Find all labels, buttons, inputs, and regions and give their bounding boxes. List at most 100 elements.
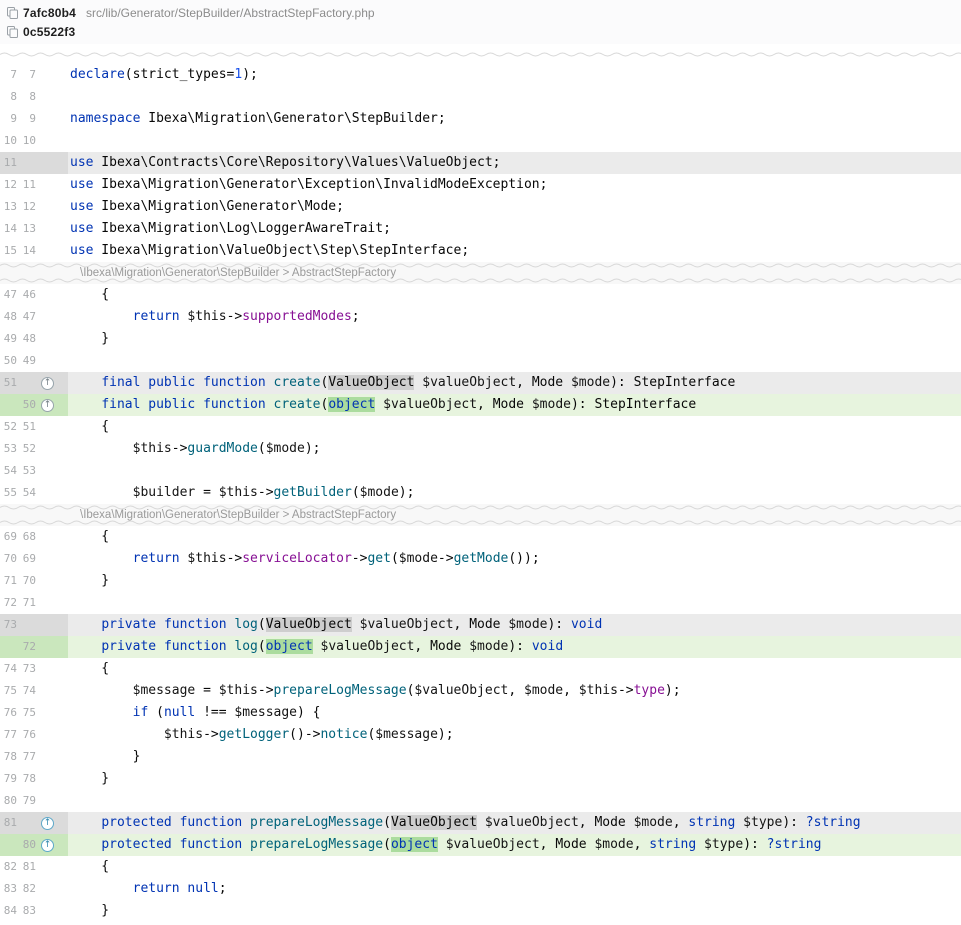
code-line[interactable]: $this->getLogger()->notice($message); [68, 724, 961, 746]
code-token: ( [383, 837, 391, 852]
line-number-old: 48 [0, 306, 17, 328]
line-number-old: 78 [0, 746, 17, 768]
code-line[interactable]: final public function create(ValueObject… [68, 372, 961, 394]
code-line[interactable]: namespace Ibexa\Migration\Generator\Step… [68, 108, 961, 130]
code-token: } [70, 771, 109, 786]
line-gutter: 4847 [0, 306, 68, 328]
code-token: object [391, 837, 438, 852]
code-line[interactable]: protected function prepareLogMessage(obj… [68, 834, 961, 856]
code-token [70, 639, 101, 654]
code-line[interactable]: protected function prepareLogMessage(Val… [68, 812, 961, 834]
copy-hash-icon[interactable] [5, 26, 19, 38]
line-number-new: 81 [19, 856, 36, 878]
line-number-new: 49 [19, 350, 36, 372]
code-token: final [101, 375, 140, 390]
code-line[interactable]: $builder = $this->getBuilder($mode); [68, 482, 961, 504]
code-token: { [70, 529, 109, 544]
collapsed-region-separator[interactable]: \Ibexa\Migration\Generator\StepBuilder >… [0, 504, 961, 526]
code-token: string [649, 837, 696, 852]
code-line[interactable] [68, 592, 961, 614]
line-gutter: 5453 [0, 460, 68, 482]
code-token: protected [101, 815, 171, 830]
code-line[interactable]: final public function create(object $val… [68, 394, 961, 416]
code-line[interactable]: { [68, 416, 961, 438]
diff-line: 7675 if (null !== $message) { [0, 702, 961, 724]
line-number-new: 69 [19, 548, 36, 570]
code-line[interactable] [68, 130, 961, 152]
line-gutter: 1413 [0, 218, 68, 240]
diff-body: 77declare(strict_types=1);8899namespace … [0, 64, 961, 922]
code-line[interactable]: } [68, 900, 961, 922]
code-token: ( [258, 617, 266, 632]
diff-line: 7978 } [0, 768, 961, 790]
code-line[interactable]: } [68, 328, 961, 350]
code-token [70, 617, 101, 632]
code-line[interactable]: use Ibexa\Migration\Generator\Mode; [68, 196, 961, 218]
code-line[interactable]: } [68, 570, 961, 592]
code-token: string [688, 815, 735, 830]
code-token: Ibexa\Migration\ValueObject\Step\StepInt… [93, 243, 469, 258]
code-line[interactable]: private function log(object $valueObject… [68, 636, 961, 658]
line-number-new: 46 [19, 284, 36, 306]
line-gutter: 77 [0, 64, 68, 86]
code-line[interactable]: { [68, 526, 961, 548]
code-line[interactable] [68, 86, 961, 108]
code-line[interactable]: return $this->serviceLocator->get($mode-… [68, 548, 961, 570]
code-line[interactable] [68, 350, 961, 372]
code-token: , [477, 397, 493, 412]
code-token: $mode [571, 375, 610, 390]
code-line[interactable] [68, 790, 961, 812]
override-method-icon[interactable]: ↑ [41, 399, 54, 412]
line-number-new: 53 [19, 460, 36, 482]
code-line[interactable]: use Ibexa\Contracts\Core\Repository\Valu… [68, 152, 961, 174]
code-token: ): [547, 617, 570, 632]
line-number-old: 79 [0, 768, 17, 790]
code-line[interactable]: { [68, 284, 961, 306]
code-token: $this [133, 441, 172, 456]
code-token: getBuilder [274, 485, 352, 500]
code-line[interactable]: use Ibexa\Migration\Generator\Exception\… [68, 174, 961, 196]
line-gutter: 7069 [0, 548, 68, 570]
code-line[interactable]: private function log(ValueObject $valueO… [68, 614, 961, 636]
collapsed-region-separator[interactable]: \Ibexa\Migration\Generator\StepBuilder >… [0, 262, 961, 284]
code-line[interactable]: } [68, 746, 961, 768]
code-line[interactable]: { [68, 658, 961, 680]
code-token: $this [187, 309, 226, 324]
code-token [70, 397, 101, 412]
code-token: $valueObject [360, 617, 454, 632]
line-number-new: 9 [19, 108, 36, 130]
code-token: ( [148, 705, 164, 720]
line-number-old: 52 [0, 416, 17, 438]
code-line[interactable]: } [68, 768, 961, 790]
code-line[interactable]: $this->guardMode($mode); [68, 438, 961, 460]
code-line[interactable]: { [68, 856, 961, 878]
copy-hash-icon[interactable] [5, 7, 19, 19]
code-token: prepareLogMessage [250, 837, 383, 852]
override-method-icon[interactable]: ↑ [41, 377, 54, 390]
code-line[interactable]: use Ibexa\Migration\Log\LoggerAwareTrait… [68, 218, 961, 240]
code-line[interactable]: $message = $this->prepareLogMessage($val… [68, 680, 961, 702]
implement-method-icon[interactable]: ↑ [41, 839, 54, 852]
code-token [266, 375, 274, 390]
line-number-new: 74 [19, 680, 36, 702]
code-token: getMode [454, 551, 509, 566]
code-token [626, 815, 634, 830]
code-line[interactable]: return null; [68, 878, 961, 900]
code-line[interactable] [68, 460, 961, 482]
diff-line: 81↑ protected function prepareLogMessage… [0, 812, 961, 834]
code-line[interactable]: return $this->supportedModes; [68, 306, 961, 328]
line-gutter: 5049 [0, 350, 68, 372]
implement-method-icon[interactable]: ↑ [41, 817, 54, 830]
code-token [156, 617, 164, 632]
line-number-new: 71 [19, 592, 36, 614]
code-line[interactable]: if (null !== $message) { [68, 702, 961, 724]
diff-line: 5453 [0, 460, 961, 482]
code-token: $type [704, 837, 743, 852]
code-line[interactable]: declare(strict_types=1); [68, 64, 961, 86]
code-token: { [70, 859, 109, 874]
code-token: object [266, 639, 313, 654]
code-token: -> [352, 551, 368, 566]
line-number-new: 50 [19, 394, 36, 416]
code-line[interactable]: use Ibexa\Migration\ValueObject\Step\Ste… [68, 240, 961, 262]
code-token [70, 837, 101, 852]
